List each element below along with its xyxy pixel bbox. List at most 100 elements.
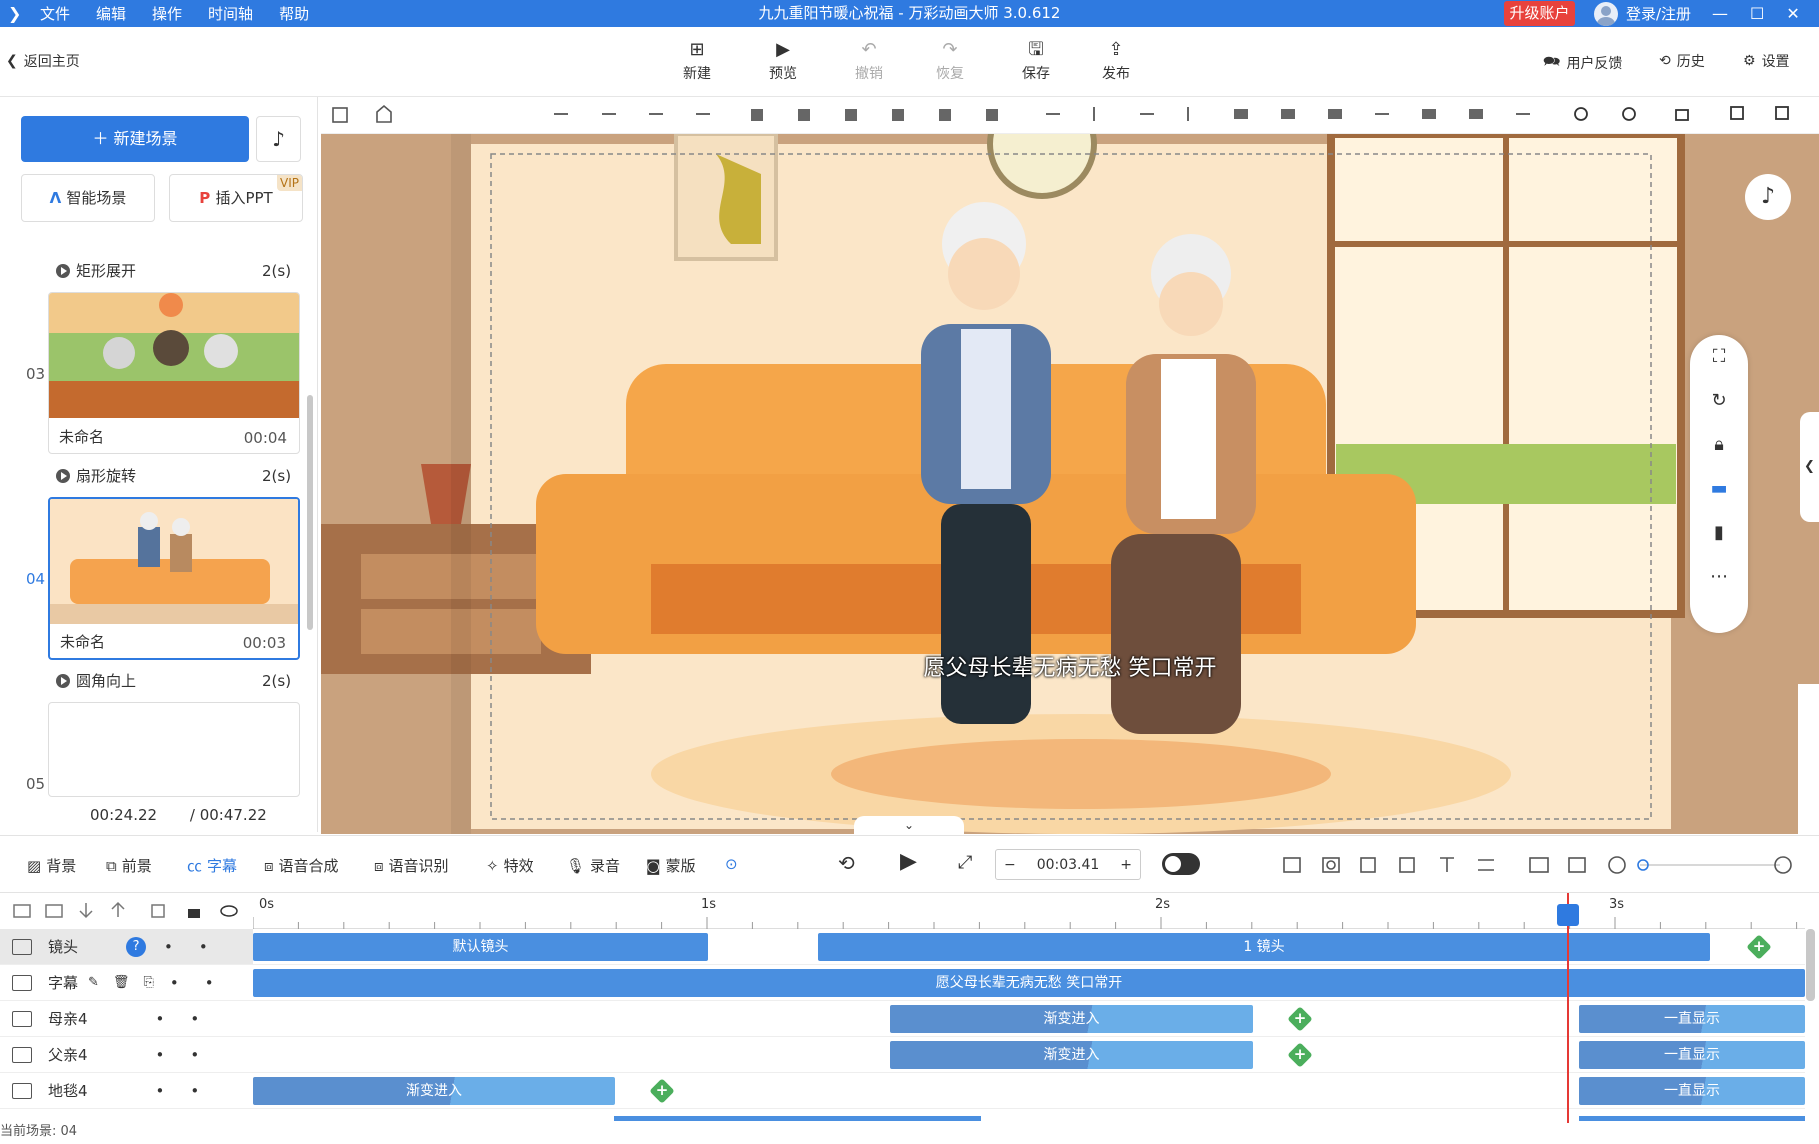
lock-icon[interactable]: 🔒︎	[1690, 423, 1748, 467]
more-icon[interactable]: ⋯	[1690, 555, 1748, 599]
track-header-lens[interactable]: 镜头? • •	[0, 929, 253, 965]
window-controls: — ☐ ✕	[1712, 0, 1800, 27]
keyframe-add-icon[interactable]	[1746, 934, 1772, 960]
keyframe-add-icon[interactable]	[1287, 1006, 1313, 1032]
settings-label: 设置	[1761, 54, 1790, 70]
feedback-button[interactable]: 🗪 用户反馈	[1543, 51, 1622, 75]
dot-icon[interactable]: •	[190, 1046, 199, 1064]
play-icon[interactable]: ▶	[900, 849, 917, 874]
preview-button[interactable]: ▶ 预览	[753, 39, 813, 83]
transition-item[interactable]: 圆角向上	[56, 670, 136, 691]
clip-fade-in[interactable]: 渐变进入	[890, 1005, 1253, 1033]
publish-label: 发布	[1102, 66, 1130, 82]
undo-button[interactable]: ↶ 撤销	[839, 39, 899, 83]
new-button[interactable]: ⊞ 新建	[667, 39, 727, 83]
help-icon[interactable]: ?	[126, 936, 147, 957]
publish-button[interactable]: ⇪ 发布	[1086, 39, 1146, 83]
music-icon[interactable]: ♪	[1745, 174, 1791, 220]
stage-subtitle[interactable]: 愿父母长辈无病无愁 笑口常开	[321, 650, 1819, 682]
dot-icon[interactable]: •	[156, 1046, 165, 1064]
save-button[interactable]: 🖫 保存	[1006, 39, 1066, 83]
mask-button[interactable]: ◙ 蒙版	[646, 855, 696, 876]
rewind-icon[interactable]: ⟲	[838, 851, 855, 875]
effects-button[interactable]: ✧ 特效	[486, 855, 534, 876]
timecode-value[interactable]: 00:03.41	[1037, 857, 1100, 873]
login-button[interactable]: 登录/注册	[1594, 0, 1691, 27]
playhead-handle[interactable]	[1557, 904, 1579, 926]
clip-fade-in[interactable]: 渐变进入	[890, 1041, 1253, 1069]
clip-fade-in[interactable]: 渐变进入	[253, 1077, 615, 1105]
dot-icon[interactable]: •	[199, 938, 208, 956]
current-time: 00:24.22	[90, 806, 158, 824]
speech-recognition-button[interactable]: ⧈ 语音识别	[374, 855, 449, 876]
background-button[interactable]: ▨ 背景	[27, 855, 76, 876]
plus-icon[interactable]: +	[1120, 857, 1132, 873]
track-header-mother[interactable]: 母亲4 • •	[0, 1001, 253, 1037]
new-scene-button[interactable]: ＋ 新建场景	[21, 116, 249, 162]
copy-icon[interactable]: ⎘	[143, 975, 153, 990]
edit-icon[interactable]: ✎	[88, 975, 99, 990]
foreground-button[interactable]: ⧉ 前景	[106, 855, 152, 876]
smart-scene-button[interactable]: Λ 智能场景	[21, 174, 155, 222]
rotate-icon[interactable]: ↻	[1690, 379, 1748, 423]
maximize-icon[interactable]: ☐	[1750, 4, 1764, 23]
dot-icon[interactable]: •	[170, 974, 179, 992]
fullscreen-icon[interactable]: ⤢	[958, 852, 972, 873]
keyframe-add-icon[interactable]	[1287, 1042, 1313, 1068]
vip-badge: VIP	[277, 175, 302, 191]
insert-ppt-button[interactable]: P 插入PPT VIP	[169, 174, 303, 222]
history-button[interactable]: ⟲ 历史	[1659, 51, 1705, 71]
back-home-button[interactable]: ❮ 返回主页	[6, 51, 80, 71]
settings-button[interactable]: ⚙ 设置	[1743, 51, 1790, 71]
clip-always-show[interactable]: 一直显示	[1579, 1077, 1805, 1105]
landscape-icon[interactable]: ▬	[1690, 467, 1748, 511]
timecode-stepper[interactable]: − 00:03.41 +	[995, 849, 1141, 880]
clip-always-show[interactable]: 一直显示	[1579, 1005, 1805, 1033]
minimize-icon[interactable]: —	[1712, 4, 1728, 23]
playhead[interactable]	[1567, 893, 1569, 1123]
toggle-switch[interactable]	[1162, 853, 1200, 875]
more-options-icon[interactable]: ⊙	[725, 855, 738, 873]
redo-button[interactable]: ↷ 恢复	[920, 39, 980, 83]
scene-card[interactable]: 未命名 00:04	[48, 292, 300, 454]
clip-always-show[interactable]: 一直显示	[1579, 1041, 1805, 1069]
scene-card[interactable]	[48, 702, 300, 797]
clip-default-lens[interactable]: 默认镜头	[253, 933, 708, 961]
clip-lens-1[interactable]: 1 镜头	[818, 933, 1710, 961]
track-partial-clip[interactable]	[1579, 1116, 1805, 1121]
scene-scrollbar[interactable]	[307, 395, 313, 630]
track-header-carpet[interactable]: 地毯4 • •	[0, 1073, 253, 1109]
fit-screen-icon[interactable]: ⛶	[1690, 335, 1748, 379]
dot-icon[interactable]: •	[156, 1010, 165, 1028]
dot-icon[interactable]: •	[190, 1082, 199, 1100]
track-partial-clip[interactable]	[614, 1116, 981, 1121]
foreground-icon: ⧉	[106, 856, 117, 875]
collapse-down-icon[interactable]: ⌄	[854, 816, 964, 834]
track-header-father[interactable]: 父亲4 • •	[0, 1037, 253, 1073]
dot-icon[interactable]: •	[156, 1082, 165, 1100]
clip-subtitle[interactable]: 愿父母长辈无病无愁 笑口常开	[253, 969, 1805, 997]
portrait-icon[interactable]: ▮	[1690, 511, 1748, 555]
publish-icon: ⇪	[1108, 39, 1124, 60]
dot-icon[interactable]: •	[205, 974, 214, 992]
keyframe-add-icon[interactable]	[649, 1078, 675, 1104]
ruler-label: 1s	[701, 897, 717, 912]
dot-icon[interactable]: •	[164, 938, 173, 956]
track-header-subtitle[interactable]: 字幕 ✎ 🗑︎ ⎘ • •	[0, 965, 253, 1001]
transition-item[interactable]: 矩形展开	[56, 260, 136, 281]
close-icon[interactable]: ✕	[1786, 4, 1799, 23]
scene-thumbnail	[50, 499, 298, 624]
delete-icon[interactable]: 🗑︎	[113, 975, 130, 990]
tts-button[interactable]: ⧈ 语音合成	[264, 855, 339, 876]
music-icon[interactable]: ♪	[256, 116, 301, 162]
transition-item[interactable]: 扇形旋转	[56, 465, 136, 486]
minus-icon[interactable]: −	[1004, 857, 1016, 873]
subtitle-tab[interactable]: ㏄字幕	[187, 855, 237, 876]
upgrade-button[interactable]: 升级账户	[1504, 1, 1575, 26]
stage-canvas[interactable]: 愿父母长辈无病无愁 笑口常开 ♪	[321, 134, 1819, 834]
record-button[interactable]: 🎙︎ 录音	[566, 855, 620, 876]
dot-icon[interactable]: •	[190, 1010, 199, 1028]
timeline-scrollbar[interactable]	[1806, 929, 1815, 1001]
scene-card-selected[interactable]: 未命名 00:03	[48, 497, 300, 660]
collapse-right-icon[interactable]: ❮	[1800, 412, 1819, 522]
